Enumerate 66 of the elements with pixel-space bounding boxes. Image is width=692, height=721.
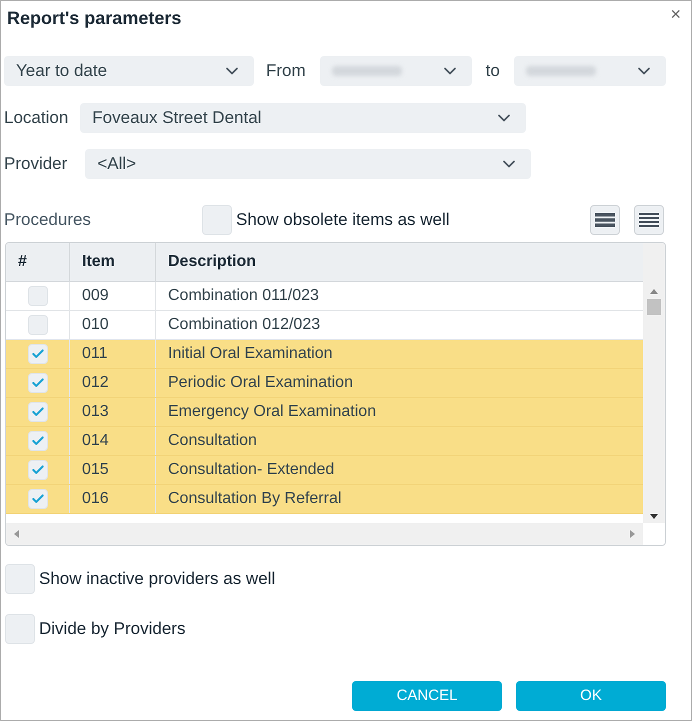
item-cell: 010 (69, 311, 155, 339)
scroll-right-icon (630, 530, 635, 538)
table-row[interactable]: 011 Initial Oral Examination (6, 340, 643, 369)
item-cell: 011 (69, 340, 155, 368)
checkbox[interactable] (28, 460, 48, 480)
thick-lines-icon (595, 212, 615, 228)
check-icon (30, 405, 44, 419)
checkbox[interactable] (28, 431, 48, 451)
spaced-rows-button[interactable] (634, 205, 664, 235)
procedures-label: Procedures (4, 209, 92, 232)
checkbox[interactable] (202, 205, 232, 235)
provider-select[interactable]: <All> (85, 149, 532, 179)
table-row[interactable]: 010 Combination 012/023 (6, 311, 643, 340)
checkbox[interactable] (28, 373, 48, 393)
item-cell: 012 (69, 369, 155, 397)
check-icon (30, 376, 44, 390)
item-cell: 013 (69, 398, 155, 426)
checkbox-label: Show inactive providers as well (39, 568, 276, 590)
check-icon (30, 492, 44, 506)
item-cell: 009 (69, 282, 155, 310)
window-title: Report's parameters (7, 7, 182, 30)
from-label: From (266, 60, 306, 82)
checkbox[interactable] (28, 489, 48, 509)
horizontal-scrollbar[interactable] (6, 523, 643, 545)
check-icon (30, 347, 44, 361)
item-cell: 015 (69, 456, 155, 484)
table-row[interactable]: 014 Consultation (6, 427, 643, 456)
column-header[interactable]: Item (69, 243, 155, 281)
checkbox[interactable] (28, 315, 48, 335)
checkbox-label: Divide by Providers (39, 618, 186, 640)
checkbox[interactable] (28, 286, 48, 306)
location-label: Location (4, 107, 68, 130)
scroll-down-icon (650, 514, 658, 519)
check-icon (30, 463, 44, 477)
scroll-up-icon (650, 289, 658, 294)
location-select[interactable]: Foveaux Street Dental (80, 103, 526, 133)
blurred-date (526, 66, 596, 76)
from-date-select[interactable] (320, 56, 472, 86)
thin-lines-icon (639, 212, 659, 228)
table-row[interactable]: 012 Periodic Oral Examination (6, 369, 643, 398)
blurred-date (332, 66, 402, 76)
checkbox[interactable] (28, 402, 48, 422)
checkbox-label: Show obsolete items as well (236, 209, 450, 232)
checkbox[interactable] (28, 344, 48, 364)
scroll-left-icon (14, 530, 19, 538)
to-date-select[interactable] (514, 56, 666, 86)
column-header[interactable]: # (6, 243, 69, 281)
table-row[interactable]: 015 Consultation- Extended (6, 456, 643, 485)
select-value: Foveaux Street Dental (92, 107, 262, 130)
item-cell: 014 (69, 427, 155, 455)
select-value: Year to date (16, 60, 108, 82)
check-icon (30, 434, 44, 448)
vertical-scrollbar[interactable] (643, 243, 665, 523)
provider-label: Provider (4, 153, 68, 176)
table-row[interactable]: 009 Combination 011/023 (6, 282, 643, 311)
select-value: <All> (97, 153, 136, 176)
to-label: to (486, 60, 500, 82)
close-button[interactable]: × (670, 5, 685, 23)
table-row[interactable]: 016 Consultation By Referral (6, 485, 643, 514)
scroll-thumb[interactable] (647, 299, 661, 315)
period-select[interactable]: Year to date (4, 56, 254, 86)
checkbox[interactable] (5, 564, 35, 594)
item-cell: 016 (69, 485, 155, 513)
compact-rows-button[interactable] (590, 205, 620, 235)
table-row[interactable]: 013 Emergency Oral Examination (6, 398, 643, 427)
checkbox[interactable] (5, 614, 35, 644)
